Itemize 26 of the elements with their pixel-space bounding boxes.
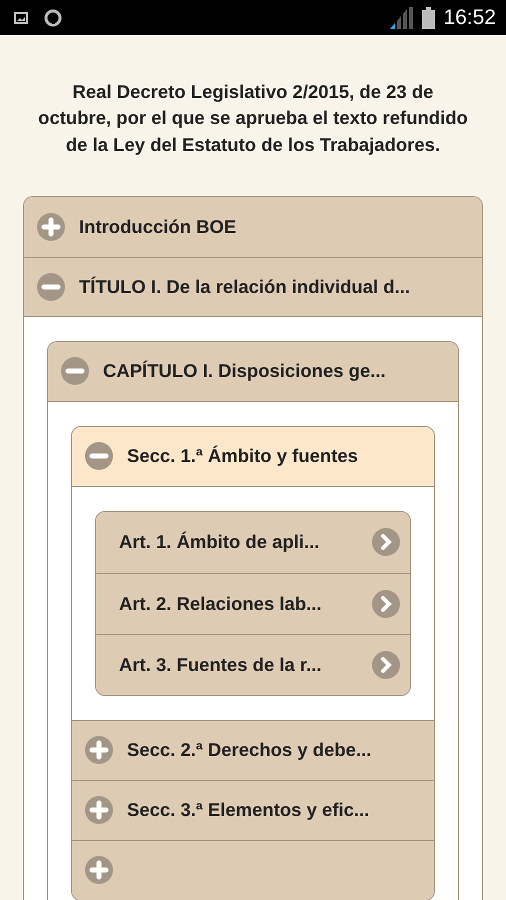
plus-icon	[85, 796, 113, 824]
battery-icon	[422, 6, 436, 28]
collapsible-header[interactable]: Introducción BOE	[24, 196, 482, 257]
article-link[interactable]: Art. 1. Ámbito de apli...	[96, 512, 410, 573]
plus-icon	[85, 736, 113, 764]
collapsible-header[interactable]: CAPÍTULO I. Disposiciones ge...	[48, 342, 458, 402]
article-link[interactable]: Art. 2. Relaciones lab...	[96, 572, 410, 634]
minus-icon	[85, 442, 113, 470]
document-title: Real Decreto Legislativo 2/2015, de 23 de octubre, por el que se aprueba el texto refundido de la Ley del Estatuto de los Trabajadores.	[37, 80, 469, 157]
chevron-right-icon	[372, 528, 400, 556]
minus-icon	[37, 272, 65, 301]
chevron-right-icon	[372, 590, 400, 618]
plus-icon	[37, 212, 65, 241]
clock: 16:52	[443, 4, 496, 31]
plus-icon	[85, 856, 113, 884]
collapsible-header[interactable]	[72, 840, 434, 900]
minus-icon	[61, 357, 89, 386]
gallery-icon	[14, 12, 28, 24]
collapsible-header[interactable]: Secc. 1.ª Ámbito y fuentes	[72, 426, 434, 487]
sync-icon	[44, 8, 62, 26]
collapsible-header[interactable]: Secc. 2.ª Derechos y debe...	[72, 720, 434, 780]
signal-icon	[390, 6, 414, 28]
chevron-right-icon	[372, 650, 400, 679]
collapsible-header[interactable]: TÍTULO I. De la relación individual d...	[24, 256, 482, 317]
article-link[interactable]: Art. 3. Fuentes de la r...	[96, 634, 410, 695]
collapsible-header[interactable]: Secc. 3.ª Elementos y efic...	[72, 780, 434, 840]
